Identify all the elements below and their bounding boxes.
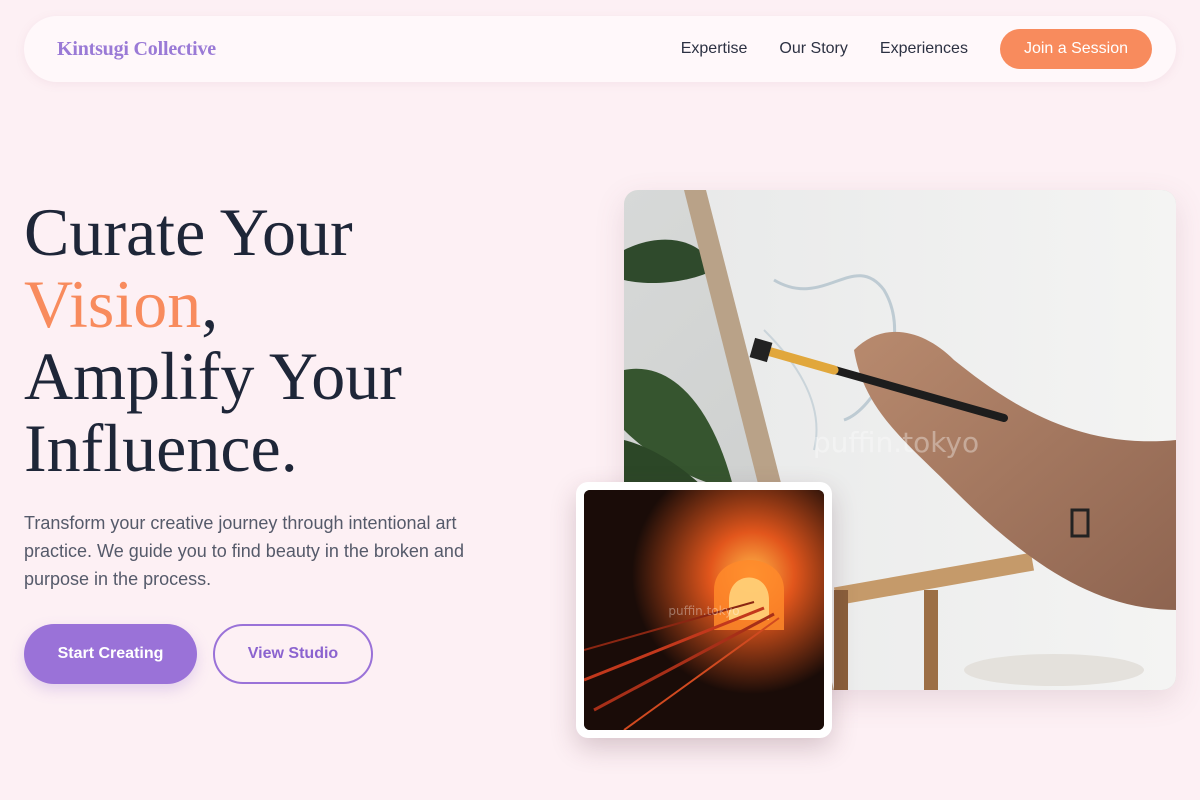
brand-logo[interactable]: Kintsugi Collective: [57, 38, 216, 61]
headline-line-3: Amplify Your: [24, 338, 402, 414]
kiln-photo-illustration: puffin.tokyo: [584, 490, 824, 730]
nav-link-our-story[interactable]: Our Story: [779, 40, 847, 58]
nav-link-experiences[interactable]: Experiences: [880, 40, 968, 58]
view-studio-button[interactable]: View Studio: [213, 624, 373, 684]
headline-line-4: Influence.: [24, 410, 298, 486]
headline-comma: ,: [201, 266, 219, 342]
hero-headline: Curate Your Vision, Amplify Your Influen…: [24, 196, 584, 484]
inset-photo-watermark: puffin.tokyo: [668, 604, 739, 618]
nav-link-expertise[interactable]: Expertise: [681, 40, 748, 58]
inset-photo-frame: puffin.tokyo: [576, 482, 832, 738]
top-nav: Kintsugi Collective Expertise Our Story …: [24, 16, 1176, 82]
nav-menu: Expertise Our Story Experiences Join a S…: [681, 29, 1152, 69]
hero-subtext: Transform your creative journey through …: [24, 513, 464, 589]
main-photo-watermark: puffin.tokyo: [813, 426, 979, 459]
join-session-button[interactable]: Join a Session: [999, 29, 1152, 69]
start-creating-button[interactable]: Start Creating: [24, 624, 197, 684]
headline-line-1: Curate Your: [24, 194, 353, 270]
kiln-photo: puffin.tokyo: [584, 490, 824, 730]
headline-accent-word: Vision: [24, 266, 202, 342]
